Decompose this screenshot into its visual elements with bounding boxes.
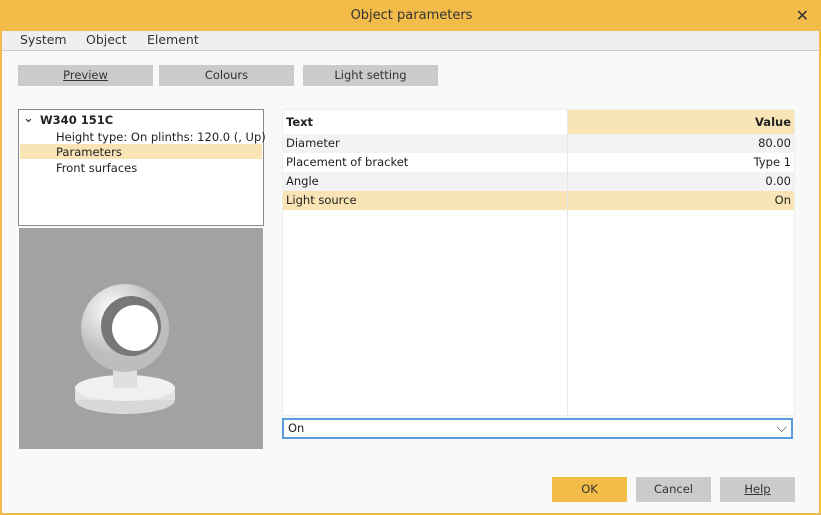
tree-item-height-type[interactable]: Height type: On plinths: 120.0 (, Up): [56, 130, 266, 144]
chevron-down-icon[interactable]: ⌄: [23, 111, 34, 126]
chevron-down-icon[interactable]: ⌵: [776, 420, 787, 437]
menu-system[interactable]: System: [20, 32, 67, 47]
tree-item-front-surfaces[interactable]: Front surfaces: [56, 161, 137, 175]
lamp-preview-image: [75, 284, 175, 414]
object-tree: ⌄ W340 151C Height type: On plinths: 120…: [18, 109, 266, 226]
preview-button[interactable]: Preview: [18, 65, 153, 86]
header-text[interactable]: Text: [286, 110, 313, 134]
menu-bar: System Object Element: [2, 31, 819, 51]
tree-item-parameters[interactable]: Parameters: [56, 145, 122, 159]
menu-element[interactable]: Element: [147, 32, 199, 47]
colours-button[interactable]: Colours: [159, 65, 294, 86]
table-row[interactable]: Diameter 80.00: [283, 134, 794, 153]
light-setting-button[interactable]: Light setting: [303, 65, 438, 86]
dialog-window: Object parameters ✕ System Object Elemen…: [0, 0, 821, 515]
grid-header: Text Value: [283, 110, 794, 134]
combo-value: On: [288, 421, 305, 435]
window-title: Object parameters: [350, 8, 473, 23]
table-row-selected[interactable]: Light source On: [283, 191, 794, 210]
value-combobox[interactable]: On ⌵: [282, 418, 793, 439]
ok-button[interactable]: OK: [552, 477, 627, 502]
cancel-button[interactable]: Cancel: [636, 477, 711, 502]
close-icon[interactable]: ✕: [796, 6, 809, 25]
3d-preview: [19, 228, 263, 449]
title-bar: Object parameters: [2, 0, 821, 31]
tree-root[interactable]: W340 151C: [40, 113, 113, 127]
header-value[interactable]: Value: [755, 110, 791, 134]
menu-object[interactable]: Object: [86, 32, 127, 47]
help-button[interactable]: Help: [720, 477, 795, 502]
parameters-grid: Text Value Diameter 80.00 Placement of br…: [282, 109, 795, 416]
table-row[interactable]: Placement of bracket Type 1: [283, 153, 794, 172]
table-row[interactable]: Angle 0.00: [283, 172, 794, 191]
